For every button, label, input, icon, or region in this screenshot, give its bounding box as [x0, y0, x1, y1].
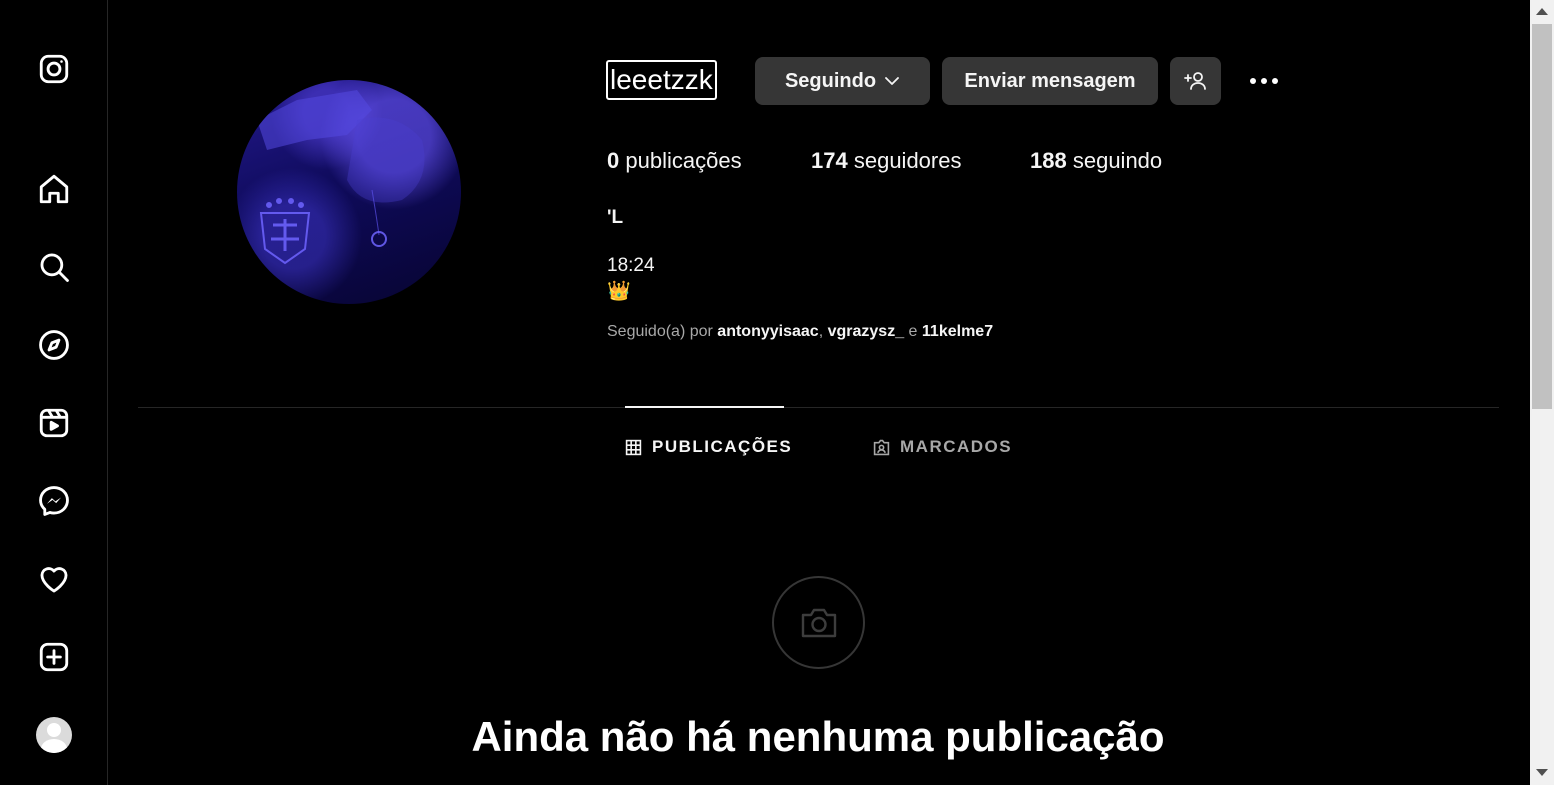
send-message-button[interactable]: Enviar mensagem [942, 57, 1158, 105]
posts-stat: 0 publicações [607, 148, 742, 174]
bio-line: 18:24 [607, 255, 655, 276]
active-tab-indicator [625, 406, 784, 408]
tab-posts[interactable]: PUBLICAÇÕES [625, 434, 792, 460]
followers-label: seguidores [853, 148, 962, 173]
followed-by-account[interactable]: 11kelme7 [922, 323, 993, 340]
profile-picture[interactable] [237, 80, 461, 304]
tabs-divider [138, 407, 1499, 408]
reels-icon[interactable] [36, 405, 72, 441]
suggested-users-button[interactable] [1170, 57, 1221, 105]
explore-compass-icon[interactable] [36, 327, 72, 363]
instagram-logo-icon[interactable] [36, 51, 72, 87]
and-text: e [908, 323, 918, 340]
separator: , [818, 323, 824, 340]
sidebar-nav [0, 0, 108, 785]
tab-tagged[interactable]: MARCADOS [873, 434, 1012, 460]
send-message-label: Enviar mensagem [964, 69, 1136, 92]
full-name: 'L [607, 207, 624, 228]
grid-icon [625, 439, 642, 455]
bio: 18:24 👑 [607, 253, 655, 305]
following-button[interactable]: Seguindo [755, 57, 930, 105]
heart-icon[interactable] [36, 561, 72, 597]
create-plus-icon[interactable] [36, 639, 72, 675]
followers-count: 174 [811, 148, 848, 173]
messenger-icon[interactable] [36, 483, 72, 519]
following-count: 188 [1030, 148, 1067, 173]
tab-posts-label: PUBLICAÇÕES [652, 437, 793, 456]
home-icon[interactable] [36, 171, 72, 207]
search-icon[interactable] [36, 249, 72, 285]
scroll-down-arrow-icon[interactable] [1536, 769, 1548, 776]
scroll-up-arrow-icon[interactable] [1536, 8, 1548, 15]
bio-line: 👑 [607, 281, 631, 302]
chevron-down-icon [885, 77, 899, 85]
followed-by-account[interactable]: antonyyisaac [717, 323, 818, 340]
tab-tagged-label: MARCADOS [900, 437, 1013, 456]
following-stat[interactable]: 188 seguindo [1030, 148, 1162, 174]
followed-by-account[interactable]: vgrazysz_ [828, 323, 905, 340]
posts-label: publicações [625, 148, 742, 173]
followed-by[interactable]: Seguido(a) por antonyyisaac, vgrazysz_ e… [607, 323, 993, 341]
followers-stat[interactable]: 174 seguidores [811, 148, 961, 174]
username: leeetzzk [606, 60, 717, 100]
following-button-label: Seguindo [784, 69, 877, 92]
followed-by-prefix: Seguido(a) por [607, 323, 713, 340]
more-options-icon[interactable] [1246, 68, 1282, 94]
camera-icon [772, 576, 865, 669]
scrollbar-thumb[interactable] [1532, 24, 1552, 409]
add-user-icon [1183, 72, 1206, 90]
empty-state-title: Ainda não há nenhuma publicação [471, 713, 1165, 760]
posts-count: 0 [607, 148, 620, 173]
following-label: seguindo [1072, 148, 1163, 173]
tagged-icon [873, 439, 890, 455]
